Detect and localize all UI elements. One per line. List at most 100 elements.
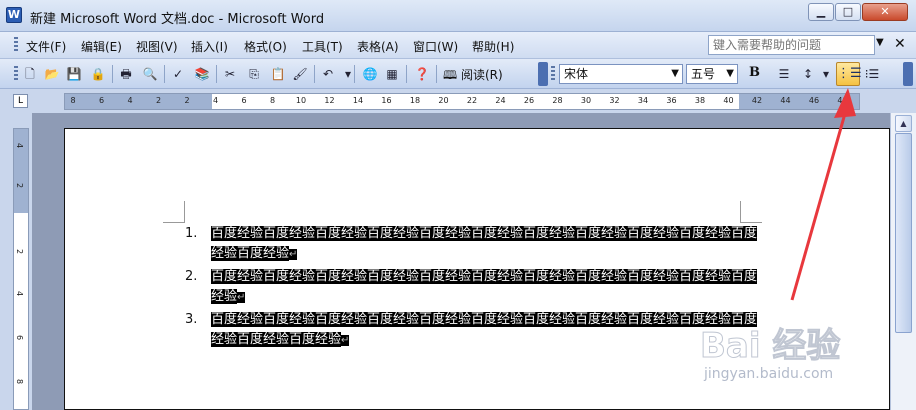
table-icon[interactable]: ▦ — [384, 66, 400, 82]
scroll-up-icon[interactable]: ▲ — [895, 115, 912, 132]
list-text[interactable]: 百度经验百度经验百度经验百度经验百度经验百度经验百度经验百度经验百度经验百度经验… — [211, 312, 758, 347]
horizontal-ruler[interactable]: 8 6 4 2 2 4 6 8 10 12 14 16 18 20 22 24 26 28 30 32 34 36 38 40… — [64, 93, 860, 110]
font-size-select[interactable]: 五号 ▼ — [686, 64, 738, 84]
chevron-down-icon[interactable]: ▼ — [726, 65, 734, 83]
ruler-number: 20 — [438, 96, 449, 105]
vertical-ruler-number: 4 — [15, 290, 25, 297]
ruler-number: 16 — [381, 96, 392, 105]
research-icon[interactable]: 📚 — [194, 66, 210, 82]
cut-icon[interactable]: ✂ — [222, 66, 238, 82]
menu-window[interactable]: 窗口(W) — [413, 38, 458, 55]
new-document-icon[interactable]: 🗋 — [22, 66, 38, 82]
ruler-number: 6 — [98, 96, 105, 105]
ruler-number: 8 — [70, 96, 76, 105]
list-number: 2. — [185, 269, 198, 284]
menu-help[interactable]: 帮助(H) — [472, 38, 514, 55]
copy-icon[interactable]: ⎘ — [246, 66, 262, 82]
ruler-number: 28 — [552, 96, 563, 105]
window-title: 新建 Microsoft Word 文档.doc - Microsoft Wor… — [30, 12, 325, 27]
font-size-value: 五号 — [691, 67, 716, 81]
print-icon[interactable]: 🖶 — [118, 66, 134, 82]
ruler-number: 4 — [212, 96, 219, 105]
paragraph-mark: ↵ — [289, 249, 298, 260]
ruler-number: 18 — [409, 96, 421, 105]
read-button[interactable]: 🕮 阅读(R) — [443, 66, 503, 87]
ruler-number: 46 — [808, 96, 820, 105]
bold-button[interactable]: B — [749, 65, 760, 80]
ruler-number: 10 — [295, 96, 307, 105]
format-painter-icon[interactable]: 🖌 — [292, 66, 308, 82]
numbered-list[interactable]: 1. 百度经验百度经验百度经验百度经验百度经验百度经验百度经验百度经验百度经验百… — [185, 224, 765, 353]
toolbar-grip[interactable] — [14, 66, 18, 82]
line-spacing-icon[interactable]: ↕ — [800, 66, 816, 82]
ruler-number: 42 — [751, 96, 763, 105]
menu-insert[interactable]: 插入(I) — [191, 38, 228, 55]
paste-icon[interactable]: 📋 — [270, 66, 286, 82]
baidu-logo: Bai 经验 — [699, 326, 841, 367]
toolbar-separator — [406, 65, 407, 83]
vertical-ruler[interactable]: 4 2 2 4 6 8 — [13, 128, 29, 410]
menu-tools[interactable]: 工具(T) — [302, 38, 343, 55]
toolbar-separator — [112, 65, 113, 83]
line-spacing-dropdown-icon[interactable]: ▾ — [818, 66, 834, 82]
font-name-value: 宋体 — [564, 67, 589, 81]
scroll-thumb[interactable] — [895, 133, 912, 333]
list-item[interactable]: 3. 百度经验百度经验百度经验百度经验百度经验百度经验百度经验百度经验百度经验百… — [185, 310, 765, 351]
vertical-ruler-number: 8 — [15, 378, 25, 385]
spelling-icon[interactable]: ✓ — [170, 66, 186, 82]
read-book-icon: 🕮 — [443, 68, 461, 82]
menu-view[interactable]: 视图(V) — [136, 38, 178, 55]
toolbar-options-icon[interactable] — [538, 62, 548, 86]
save-icon[interactable]: 💾 — [66, 66, 82, 82]
ruler-number: 4 — [127, 96, 133, 105]
list-item[interactable]: 2. 百度经验百度经验百度经验百度经验百度经验百度经验百度经验百度经验百度经验百… — [185, 267, 765, 308]
menu-edit[interactable]: 编辑(E) — [81, 38, 122, 55]
numbering-button[interactable]: ⋮☰ — [836, 62, 862, 86]
hyperlink-icon[interactable]: 🌐 — [362, 66, 378, 82]
title-bar: W 新建 Microsoft Word 文档.doc - Microsoft W… — [0, 0, 916, 32]
ruler-number: 2 — [155, 96, 162, 105]
vertical-scrollbar[interactable]: ▲ — [890, 113, 916, 410]
ruler-left-margin — [65, 94, 212, 109]
format-toolbar-options-icon[interactable] — [903, 62, 913, 86]
standard-toolbar: 🗋 📂 💾 🔒 🖶 🔍 ✓ 📚 ✂ ⎘ 📋 🖌 ↶ ▾ 🌐 ▦ ❓ 🕮 阅读(R… — [0, 59, 916, 89]
toolbar-separator — [354, 65, 355, 83]
menu-grip[interactable] — [14, 37, 18, 53]
ruler-number: 40 — [723, 96, 734, 105]
menu-format[interactable]: 格式(O) — [244, 38, 287, 55]
maximize-button[interactable]: □ — [835, 3, 861, 21]
permission-icon[interactable]: 🔒 — [90, 66, 106, 82]
font-name-select[interactable]: 宋体 ▼ — [559, 64, 683, 84]
close-button[interactable]: ✕ — [862, 3, 908, 21]
ruler-number: 12 — [324, 96, 335, 105]
open-folder-icon[interactable]: 📂 — [44, 66, 60, 82]
print-preview-icon[interactable]: 🔍 — [142, 66, 158, 82]
list-text[interactable]: 百度经验百度经验百度经验百度经验百度经验百度经验百度经验百度经验百度经验百度经验… — [211, 269, 758, 304]
baidu-watermark: Bai 经验 jingyan.baidu.com — [699, 318, 870, 398]
ruler-number: 30 — [580, 96, 592, 105]
ruler-number: 2 — [184, 96, 190, 105]
help-search-input[interactable] — [708, 35, 875, 55]
undo-icon[interactable]: ↶ — [320, 66, 336, 82]
vertical-ruler-number: 4 — [15, 142, 25, 149]
menu-table[interactable]: 表格(A) — [357, 38, 399, 55]
ruler-number: 24 — [495, 96, 506, 105]
ruler-number: 6 — [241, 96, 247, 105]
align-center-icon[interactable]: ☰ — [776, 66, 792, 82]
word-app-icon[interactable]: W — [6, 7, 22, 23]
help-dropdown-icon[interactable]: ▼ — [876, 37, 884, 48]
bullets-button[interactable]: ⁝☰ — [864, 66, 880, 82]
minimize-button[interactable]: ▁ — [808, 3, 834, 21]
tab-selector[interactable]: L — [13, 94, 28, 108]
list-item[interactable]: 1. 百度经验百度经验百度经验百度经验百度经验百度经验百度经验百度经验百度经验百… — [185, 224, 765, 265]
ruler-number: 26 — [523, 96, 535, 105]
help-icon[interactable]: ❓ — [414, 66, 430, 82]
watermark-url: jingyan.baidu.com — [704, 366, 834, 382]
format-toolbar-grip[interactable] — [551, 66, 555, 82]
horizontal-ruler-row: L 8 6 4 2 2 4 6 8 10 12 14 16 18 20 22 24 26 28 30 32 34 36 38… — [0, 89, 916, 113]
ruler-number: 38 — [694, 96, 706, 105]
chevron-down-icon[interactable]: ▼ — [671, 65, 679, 83]
document-close-icon[interactable]: ✕ — [894, 36, 906, 52]
vertical-ruler-number: 2 — [15, 182, 25, 189]
menu-file[interactable]: 文件(F) — [26, 38, 66, 55]
